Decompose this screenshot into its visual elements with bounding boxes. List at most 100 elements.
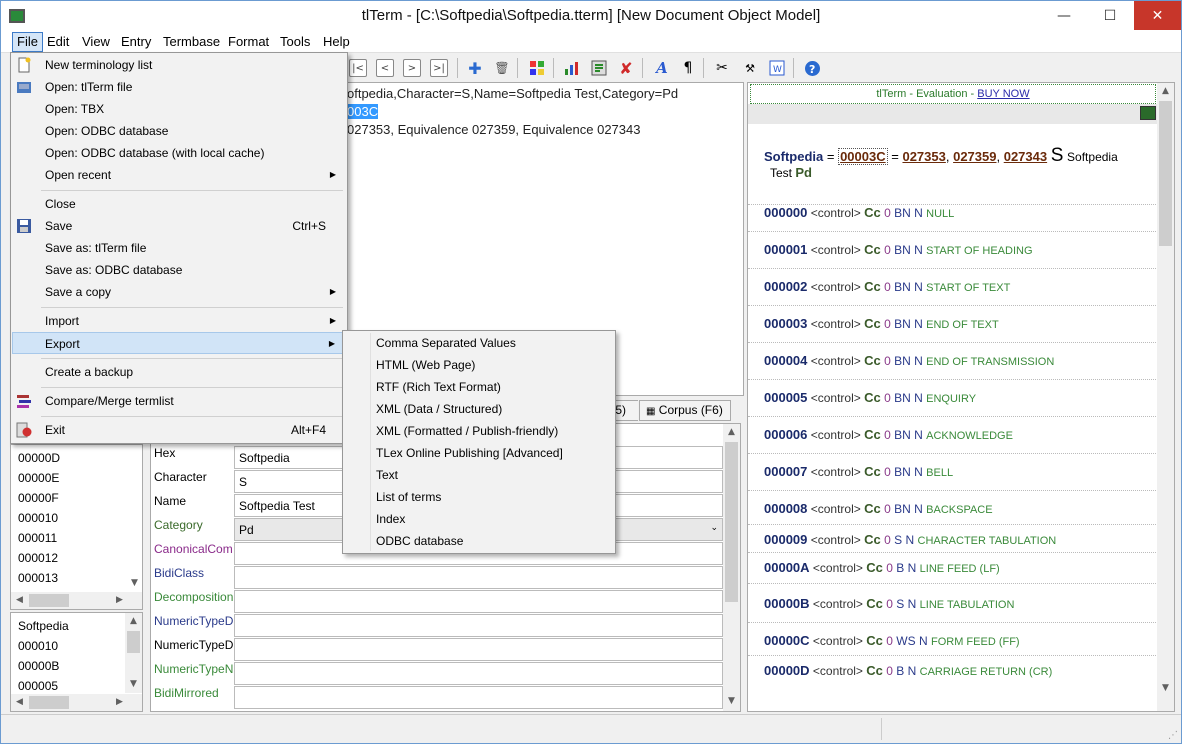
scroll-down-icon[interactable]: ▼ [126, 578, 143, 588]
export-list-of-terms[interactable]: List of terms [376, 490, 441, 504]
menu-item-save[interactable]: Save Ctrl+S [12, 215, 346, 237]
entry-row[interactable]: 000001 <control> Cc 0 BN N START OF HEAD… [764, 242, 1033, 257]
remove-filter-icon[interactable]: ✘ [617, 59, 635, 78]
color-grid-icon[interactable] [528, 59, 546, 77]
property-value-input[interactable] [234, 638, 723, 661]
paragraph-icon[interactable]: ¶ [679, 59, 697, 77]
export-rtf[interactable]: RTF (Rich Text Format) [376, 380, 501, 394]
header-ref-link[interactable]: 027353 [902, 149, 945, 164]
entry-row[interactable]: 000002 <control> Cc 0 BN N START OF TEXT [764, 279, 1010, 294]
property-value-input[interactable] [234, 662, 723, 685]
next-record-icon[interactable]: > [403, 59, 421, 77]
maximize-button[interactable]: ☐ [1087, 1, 1133, 30]
tab-corpus[interactable]: ▦ Corpus (F6) [639, 400, 731, 421]
word-export-icon[interactable]: W [768, 59, 786, 77]
font-icon[interactable]: A [653, 59, 671, 77]
horizontal-scrollbar[interactable]: ◀ ▶ [11, 592, 142, 609]
scrollbar-thumb[interactable] [725, 442, 738, 602]
entry-row[interactable]: 000003 <control> Cc 0 BN N END OF TEXT [764, 316, 999, 331]
list-item[interactable]: 000005 [18, 679, 58, 693]
header-id-link[interactable]: 00003C [838, 148, 888, 165]
scroll-down-icon[interactable]: ▼ [1157, 683, 1174, 693]
entry-row[interactable]: 000008 <control> Cc 0 BN N BACKSPACE [764, 501, 993, 516]
search-results-list[interactable]: Softpedia 000010 00000B 000005 ▲ ▼ ◀ ▶ [10, 612, 143, 712]
list-item[interactable]: 000012 [18, 551, 58, 565]
entry-list[interactable]: 00000D 00000E 00000F 000010 000011 00001… [10, 444, 143, 610]
filter-icon[interactable] [590, 59, 608, 77]
header-ref-link[interactable]: 027359 [953, 149, 996, 164]
statistics-icon[interactable] [563, 59, 581, 77]
first-record-icon[interactable]: |< [349, 59, 367, 77]
scrollbar-thumb[interactable] [29, 594, 69, 607]
menu-item-compare-merge[interactable]: Compare/Merge termlist [12, 390, 346, 412]
entry-row[interactable]: 00000B <control> Cc 0 S N LINE TABULATIO… [764, 596, 1014, 611]
entry-row[interactable]: 00000A <control> Cc 0 B N LINE FEED (LF) [764, 560, 1000, 575]
list-item[interactable]: 000011 [18, 531, 57, 545]
menu-item-exit[interactable]: Exit Alt+F4 [12, 419, 346, 441]
scrollbar-thumb[interactable] [1159, 101, 1172, 246]
export-html[interactable]: HTML (Web Page) [376, 358, 475, 372]
menu-item-open-tlterm[interactable]: Open: tlTerm file [12, 76, 346, 98]
menu-view[interactable]: View [78, 34, 114, 49]
add-entry-icon[interactable]: ✚ [466, 59, 484, 78]
minimize-button[interactable]: — [1041, 1, 1087, 30]
export-csv[interactable]: Comma Separated Values [376, 336, 516, 350]
print-preview-icon[interactable] [1140, 106, 1156, 120]
export-xml-data[interactable]: XML (Data / Structured) [376, 402, 502, 416]
entry-row[interactable]: 000004 <control> Cc 0 BN N END OF TRANSM… [764, 353, 1054, 368]
vertical-scrollbar[interactable]: ▲ ▼ [1157, 83, 1174, 711]
scroll-right-icon[interactable]: ▶ [111, 595, 128, 605]
header-ref-link[interactable]: 027343 [1004, 149, 1047, 164]
scissors-icon[interactable]: ✂ [713, 59, 731, 77]
prev-record-icon[interactable]: < [376, 59, 394, 77]
menu-format[interactable]: Format [224, 34, 273, 49]
menu-item-new-terminology-list[interactable]: New terminology list [12, 54, 346, 76]
vertical-scrollbar[interactable]: ▲ ▼ [125, 613, 142, 693]
export-index[interactable]: Index [376, 512, 405, 526]
scroll-up-icon[interactable]: ▲ [1157, 86, 1174, 96]
scroll-up-icon[interactable]: ▲ [723, 427, 740, 437]
export-text[interactable]: Text [376, 468, 398, 482]
entry-row[interactable]: 000006 <control> Cc 0 BN N ACKNOWLEDGE [764, 427, 1013, 442]
menu-item-save-copy[interactable]: Save a copy ▶ [12, 281, 346, 303]
scroll-down-icon[interactable]: ▼ [125, 679, 142, 689]
scrollbar-thumb[interactable] [127, 631, 140, 653]
menu-item-export[interactable]: Export ▶ [12, 332, 346, 354]
list-item[interactable]: 000010 [18, 511, 58, 525]
export-tlex-online[interactable]: TLex Online Publishing [Advanced] [376, 446, 563, 460]
scroll-left-icon[interactable]: ◀ [11, 595, 28, 605]
menu-item-open-tbx[interactable]: Open: TBX [12, 98, 346, 120]
menu-entry[interactable]: Entry [117, 34, 155, 49]
close-button[interactable]: ✕ [1134, 1, 1181, 30]
menu-item-close[interactable]: Close [12, 193, 346, 215]
menu-tools[interactable]: Tools [276, 34, 314, 49]
menu-help[interactable]: Help [319, 34, 354, 49]
menu-item-save-as-odbc[interactable]: Save as: ODBC database [12, 259, 346, 281]
property-value-input[interactable] [234, 590, 723, 613]
buy-now-link[interactable]: BUY NOW [977, 88, 1029, 100]
scroll-down-icon[interactable]: ▼ [723, 696, 740, 706]
menu-edit[interactable]: Edit [43, 34, 73, 49]
entry-row[interactable]: 000005 <control> Cc 0 BN N ENQUIRY [764, 390, 976, 405]
tools-icon[interactable]: ⚒ [741, 59, 759, 77]
menu-termbase[interactable]: Termbase [159, 34, 224, 49]
entry-row[interactable]: 00000C <control> Cc 0 WS N FORM FEED (FF… [764, 633, 1020, 648]
delete-entry-icon[interactable]: 🗑 [493, 59, 511, 77]
last-record-icon[interactable]: >| [430, 59, 448, 77]
list-item[interactable]: 00000E [18, 471, 59, 485]
menu-item-create-backup[interactable]: Create a backup [12, 361, 346, 383]
menu-item-import[interactable]: Import ▶ [12, 310, 346, 332]
scroll-up-icon[interactable]: ▲ [125, 616, 142, 626]
scrollbar-thumb[interactable] [29, 696, 69, 709]
menu-item-open-odbc[interactable]: Open: ODBC database [12, 120, 346, 142]
list-item[interactable]: Softpedia [18, 619, 69, 633]
vertical-scrollbar[interactable]: ▲ ▼ [723, 424, 740, 711]
help-icon[interactable]: ? [803, 59, 821, 77]
entry-row[interactable]: 00000D <control> Cc 0 B N CARRIAGE RETUR… [764, 663, 1052, 678]
export-odbc[interactable]: ODBC database [376, 534, 463, 548]
list-item[interactable]: 00000D [18, 451, 60, 465]
list-item[interactable]: 000010 [18, 639, 58, 653]
entry-row[interactable]: 000009 <control> Cc 0 S N CHARACTER TABU… [764, 532, 1056, 547]
menu-item-save-as-tlterm[interactable]: Save as: tlTerm file [12, 237, 346, 259]
scroll-left-icon[interactable]: ◀ [11, 697, 28, 707]
